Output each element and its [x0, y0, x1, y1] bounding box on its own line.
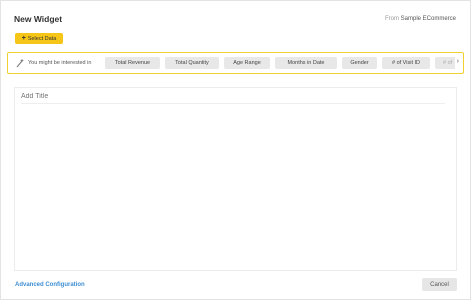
- suggestions-lead-text: You might be interested in: [28, 60, 92, 66]
- widget-preview-area: [14, 87, 457, 271]
- title-underline: [21, 103, 445, 104]
- suggestion-chip-partial[interactable]: # of: [435, 57, 455, 69]
- plus-icon: +: [21, 35, 26, 42]
- source-prefix: From: [384, 16, 399, 22]
- select-data-label: Select Data: [27, 35, 57, 42]
- suggestion-chips: Total Revenue Total Quantity Age Range M…: [105, 57, 455, 69]
- suggestion-chip-visit-id[interactable]: # of Visit ID: [382, 57, 430, 69]
- advanced-configuration-link[interactable]: Advanced Configuration: [15, 282, 85, 288]
- chevron-right-icon[interactable]: ›: [457, 58, 459, 65]
- select-data-button[interactable]: + Select Data: [15, 33, 63, 44]
- magic-wand-icon: [16, 58, 24, 68]
- suggestion-chip-gender[interactable]: Gender: [342, 57, 377, 69]
- source-name: Sample ECommerce: [400, 16, 456, 22]
- widget-title-input[interactable]: [21, 93, 441, 100]
- cancel-button[interactable]: Cancel: [422, 278, 457, 291]
- suggestion-chip-total-revenue[interactable]: Total Revenue: [105, 57, 160, 69]
- data-source-label: From Sample ECommerce: [385, 16, 456, 22]
- suggestion-chip-age-range[interactable]: Age Range: [224, 57, 270, 69]
- new-widget-dialog: New Widget From Sample ECommerce + Selec…: [0, 0, 471, 300]
- dialog-title: New Widget: [14, 14, 63, 24]
- suggestion-chip-months-in-date[interactable]: Months in Date: [275, 57, 337, 69]
- suggestions-bar: You might be interested in Total Revenue…: [7, 52, 464, 74]
- suggestion-chip-total-quantity[interactable]: Total Quantity: [165, 57, 219, 69]
